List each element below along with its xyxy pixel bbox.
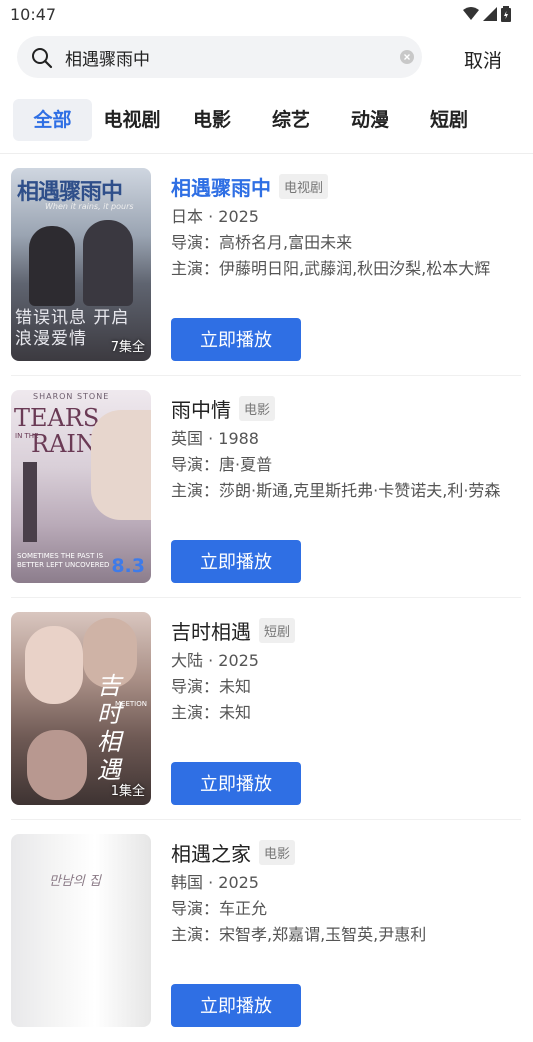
wifi-icon	[463, 7, 479, 20]
poster-subtitle: MEETION	[115, 700, 147, 708]
type-tag: 电影	[239, 395, 276, 421]
search-bar: 取消	[0, 34, 533, 80]
type-tag: 电影	[259, 839, 296, 865]
poster-title: 吉时相遇	[97, 672, 121, 784]
category-tabs: 全部 电视剧 电影 综艺 动漫 短剧	[0, 98, 533, 144]
poster-tower	[23, 462, 37, 542]
list-item[interactable]: 만남의 집 相遇之家 电影 韩国 · 2025 导演：车正允 主演：宋智孝,郑嘉…	[0, 820, 533, 1042]
tab-movie[interactable]: 电影	[186, 99, 238, 141]
poster-subtitle: When it rains, it pours	[45, 202, 134, 211]
tab-variety[interactable]: 综艺	[265, 99, 317, 141]
director: 导演：高桥名月,富田未来	[171, 234, 353, 252]
tab-anime[interactable]: 动漫	[344, 99, 396, 141]
item-info: 相遇之家 电影 韩国 · 2025 导演：车正允 主演：宋智孝,郑嘉谓,玉智英,…	[171, 838, 526, 944]
status-icons	[463, 6, 511, 22]
region-year: 大陆 · 2025	[171, 652, 259, 670]
region-year: 英国 · 1988	[171, 430, 259, 448]
poster-title: RAIN	[31, 430, 97, 458]
status-bar: 10:47	[0, 0, 533, 30]
list-item[interactable]: 吉时相遇 MEETION 1集全 吉时相遇 短剧 大陆 · 2025 导演：未知…	[0, 598, 533, 820]
item-title[interactable]: 吉时相遇	[171, 616, 251, 645]
search-input[interactable]	[65, 44, 385, 70]
status-time: 10:47	[10, 5, 57, 24]
poster-image[interactable]: SHARON STONE TEARS IN THE RAIN SOMETIMES…	[11, 390, 151, 583]
list-item[interactable]: SHARON STONE TEARS IN THE RAIN SOMETIMES…	[0, 376, 533, 598]
tab-tv[interactable]: 电视剧	[100, 99, 164, 141]
director: 导演：唐·夏普	[171, 456, 273, 474]
play-button[interactable]: 立即播放	[171, 318, 301, 361]
poster-title: 만남의 집	[49, 874, 101, 889]
poster-top-text: SHARON STONE	[33, 392, 110, 401]
episode-badge: 7集全	[110, 340, 145, 355]
cast: 主演：宋智孝,郑嘉谓,玉智英,尹惠利	[171, 926, 427, 944]
tab-all[interactable]: 全部	[13, 99, 92, 141]
poster-image[interactable]: 相遇骤雨中 When it rains, it pours 错误讯息 开启浪漫爱…	[11, 168, 151, 361]
cast: 主演：未知	[171, 704, 252, 722]
clear-icon[interactable]	[400, 50, 414, 64]
item-info: 吉时相遇 短剧 大陆 · 2025 导演：未知 主演：未知	[171, 616, 526, 722]
episode-badge: 1集全	[110, 784, 145, 799]
poster-figures	[29, 226, 75, 306]
battery-icon	[501, 6, 511, 22]
play-button[interactable]: 立即播放	[171, 984, 301, 1027]
cast: 主演：莎朗·斯通,克里斯托弗·卡赞诺夫,利·劳森	[171, 482, 501, 500]
list-item[interactable]: 相遇骤雨中 When it rains, it pours 错误讯息 开启浪漫爱…	[0, 154, 533, 376]
play-button[interactable]: 立即播放	[171, 540, 301, 583]
poster-caption: SOMETIMES THE PAST IS BETTER LEFT UNCOVE…	[17, 552, 110, 569]
poster-figures	[27, 730, 87, 800]
poster-image[interactable]: 吉时相遇 MEETION 1集全	[11, 612, 151, 805]
poster-image[interactable]: 만남의 집	[11, 834, 151, 1027]
item-title[interactable]: 相遇骤雨中	[171, 172, 271, 201]
poster-figures	[25, 626, 83, 704]
poster-portrait	[91, 410, 151, 520]
poster-figures	[83, 220, 133, 306]
search-box[interactable]	[17, 36, 422, 78]
region-year: 韩国 · 2025	[171, 874, 259, 892]
cast: 主演：伊藤明日阳,武藤润,秋田汐梨,松本大辉	[171, 260, 491, 278]
region-year: 日本 · 2025	[171, 208, 259, 226]
play-button[interactable]: 立即播放	[171, 762, 301, 805]
signal-icon	[483, 7, 497, 21]
item-title[interactable]: 雨中情	[171, 394, 231, 423]
tab-short-drama[interactable]: 短剧	[423, 99, 475, 141]
cancel-button[interactable]: 取消	[464, 46, 502, 73]
search-icon	[32, 48, 53, 69]
director: 导演：未知	[171, 678, 252, 696]
item-info: 相遇骤雨中 电视剧 日本 · 2025 导演：高桥名月,富田未来 主演：伊藤明日…	[171, 172, 526, 278]
type-tag: 电视剧	[279, 173, 329, 199]
item-info: 雨中情 电影 英国 · 1988 导演：唐·夏普 主演：莎朗·斯通,克里斯托弗·…	[171, 394, 526, 500]
director: 导演：车正允	[171, 900, 268, 918]
poster-title: TEARS	[14, 404, 100, 432]
rating-badge: 8.3	[111, 555, 145, 577]
item-title[interactable]: 相遇之家	[171, 838, 251, 867]
type-tag: 短剧	[259, 617, 296, 643]
